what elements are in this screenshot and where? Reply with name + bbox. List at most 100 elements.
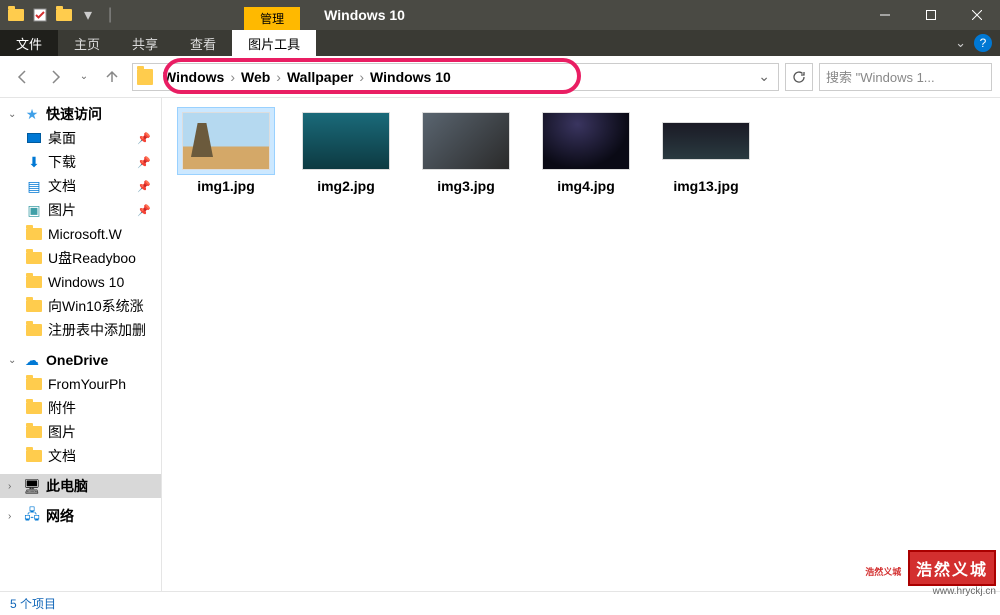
item-icon: [26, 226, 42, 242]
sidebar-item-label: 注册表中添加删: [48, 320, 146, 340]
file-thumbnail: [178, 108, 274, 174]
sidebar-item-label: 文档: [48, 446, 76, 466]
up-button[interactable]: [98, 63, 126, 91]
sidebar-quick-access[interactable]: ⌄ ★ 快速访问: [0, 102, 161, 126]
sidebar-item-label: 图片: [48, 422, 76, 442]
ribbon-tabs: 文件 主页 共享 查看 图片工具 ⌄ ?: [0, 30, 1000, 56]
expand-icon[interactable]: ›: [8, 481, 18, 492]
tab-picture-tools[interactable]: 图片工具: [232, 30, 316, 56]
sidebar-item[interactable]: FromYourPh: [0, 372, 161, 396]
sidebar-item-label: 下载: [48, 152, 76, 172]
sidebar-item[interactable]: ▣图片📌: [0, 198, 161, 222]
tab-share[interactable]: 共享: [116, 30, 174, 56]
address-bar[interactable]: Windows › Web › Wallpaper › Windows 10 ⌄: [132, 63, 779, 91]
breadcrumb-segment[interactable]: Wallpaper: [283, 69, 357, 85]
expand-icon[interactable]: ›: [8, 511, 18, 522]
ribbon-collapse-button[interactable]: ⌄: [947, 30, 974, 56]
item-icon: ▤: [26, 178, 42, 194]
tab-home[interactable]: 主页: [58, 30, 116, 56]
sidebar-label: OneDrive: [46, 352, 108, 368]
sidebar-item[interactable]: ▤ 文档 📌: [0, 174, 161, 198]
breadcrumb-segment[interactable]: Windows 10: [366, 69, 455, 85]
status-bar: 5 个项目: [0, 591, 1000, 615]
tab-view[interactable]: 查看: [174, 30, 232, 56]
sidebar-item-label: 图片: [48, 200, 76, 220]
sidebar-item-label: 文档: [48, 176, 76, 196]
sidebar-item-label: FromYourPh: [48, 376, 126, 392]
chevron-right-icon: ›: [274, 69, 283, 85]
sidebar-item[interactable]: 文档: [0, 444, 161, 468]
pin-icon: 📌: [137, 180, 151, 193]
search-input[interactable]: 搜索 "Windows 1...: [819, 63, 992, 91]
sidebar-item-label: Microsoft.W: [48, 226, 122, 242]
close-button[interactable]: [954, 0, 1000, 30]
folder-icon: [56, 7, 72, 23]
network-icon: 🖧: [24, 508, 40, 524]
sidebar-item-label: 桌面: [48, 128, 76, 148]
file-item[interactable]: img3.jpg: [418, 108, 514, 194]
item-icon: ⬇: [26, 154, 42, 170]
computer-icon: 🖥: [24, 478, 40, 494]
sidebar-item-label: 附件: [48, 398, 76, 418]
tab-file[interactable]: 文件: [0, 30, 58, 56]
sidebar-label: 此电脑: [46, 476, 88, 496]
item-count: 5 个项目: [10, 595, 56, 612]
expand-icon[interactable]: ⌄: [8, 109, 18, 120]
sidebar-item[interactable]: 附件: [0, 396, 161, 420]
watermark-seal: 浩然义城: [908, 550, 996, 586]
address-bar-row: ⌄ Windows › Web › Wallpaper › Windows 10…: [0, 56, 1000, 98]
quick-access-toolbar: ▾ |: [0, 6, 124, 24]
divider: |: [108, 6, 112, 24]
file-item[interactable]: img13.jpg: [658, 108, 754, 194]
folder-icon: [26, 376, 42, 392]
file-name: img2.jpg: [298, 178, 394, 194]
sidebar-item[interactable]: Microsoft.W: [0, 222, 161, 246]
chevron-right-icon: ›: [357, 69, 366, 85]
file-item[interactable]: img2.jpg: [298, 108, 394, 194]
sidebar-item[interactable]: U盘Readyboo: [0, 246, 161, 270]
sidebar-item[interactable]: 注册表中添加删: [0, 318, 161, 342]
file-grid[interactable]: img1.jpg img2.jpg img3.jpg img4.jpg img13.jp…: [162, 98, 1000, 591]
minimize-button[interactable]: [862, 0, 908, 30]
file-name: img1.jpg: [178, 178, 274, 194]
sidebar-onedrive[interactable]: ⌄ ☁ OneDrive: [0, 348, 161, 372]
star-icon: ★: [24, 106, 40, 122]
file-name: img13.jpg: [658, 178, 754, 194]
sidebar-network[interactable]: › 🖧 网络: [0, 504, 161, 528]
item-icon: [26, 250, 42, 266]
file-thumbnail: [298, 108, 394, 174]
sidebar-item[interactable]: Windows 10: [0, 270, 161, 294]
refresh-button[interactable]: [785, 63, 813, 91]
pin-icon: 📌: [137, 156, 151, 169]
sidebar-label: 快速访问: [46, 104, 102, 124]
file-item[interactable]: img1.jpg: [178, 108, 274, 194]
sidebar-item[interactable]: ⬇ 下载 📌: [0, 150, 161, 174]
watermark-tag: 浩然义城: [865, 567, 905, 577]
sidebar-item[interactable]: 桌面 📌: [0, 126, 161, 150]
sidebar-item-label: 向Win10系统涨: [48, 296, 144, 316]
back-button[interactable]: [8, 63, 36, 91]
forward-button[interactable]: [42, 63, 70, 91]
watermark: 浩然义城 浩然义城 www.hryckj.cn: [865, 550, 996, 597]
window-title: Windows 10: [300, 7, 862, 23]
sidebar-item[interactable]: 图片: [0, 420, 161, 444]
maximize-button[interactable]: [908, 0, 954, 30]
recent-dropdown[interactable]: ⌄: [76, 63, 92, 91]
checkbox-icon[interactable]: [32, 7, 48, 23]
watermark-url: www.hryckj.cn: [933, 586, 996, 597]
breadcrumb-segment[interactable]: Windows: [159, 69, 228, 85]
pin-icon: 📌: [137, 132, 151, 145]
file-item[interactable]: img4.jpg: [538, 108, 634, 194]
breadcrumb-segment[interactable]: Web: [237, 69, 274, 85]
folder-icon: [26, 424, 42, 440]
address-dropdown[interactable]: ⌄: [754, 68, 774, 85]
navigation-pane: ⌄ ★ 快速访问 桌面 📌 ⬇ 下载 📌 ▤ 文档 📌 ▣图片📌 Microsoft.W U盘Rea…: [0, 98, 162, 591]
sidebar-label: 网络: [46, 506, 74, 526]
sidebar-item[interactable]: 向Win10系统涨: [0, 294, 161, 318]
sidebar-this-pc[interactable]: › 🖥 此电脑: [0, 474, 161, 498]
folder-icon: [26, 448, 42, 464]
expand-icon[interactable]: ⌄: [8, 355, 18, 366]
dropdown-icon[interactable]: ▾: [80, 7, 96, 23]
help-button[interactable]: ?: [974, 34, 992, 52]
file-name: img4.jpg: [538, 178, 634, 194]
